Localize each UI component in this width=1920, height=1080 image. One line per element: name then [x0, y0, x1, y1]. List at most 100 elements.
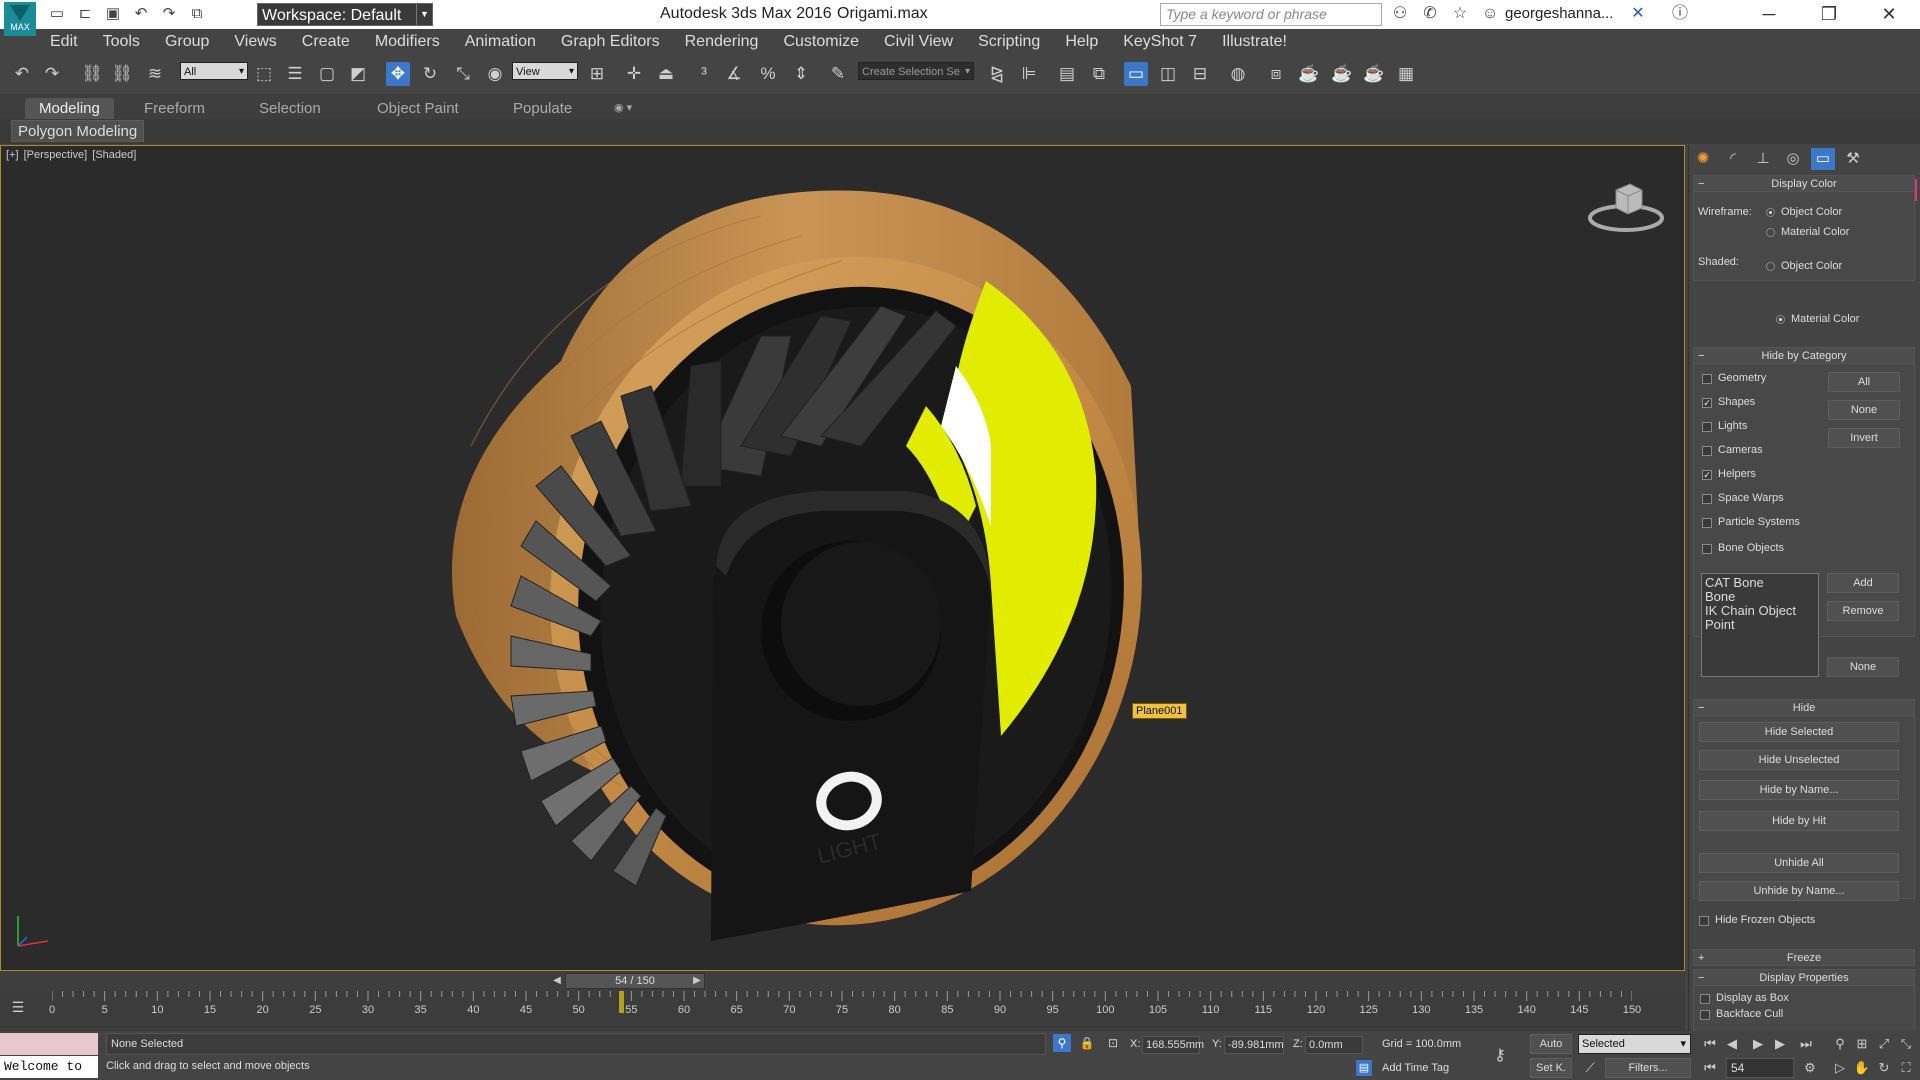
current-frame-marker[interactable] — [618, 991, 624, 1013]
select-manipulate-icon[interactable]: ✛ — [622, 62, 646, 86]
binoculars-icon[interactable]: ⚇ — [1390, 4, 1410, 24]
menu-modifiers[interactable]: Modifiers — [375, 29, 440, 55]
hide-by-hit-button[interactable]: Hide by Hit — [1699, 811, 1899, 831]
hide-header[interactable]: − Hide — [1694, 700, 1914, 716]
open-file-icon[interactable]: ⊏ — [76, 5, 94, 23]
selection-lock-icon[interactable]: 🔒 — [1078, 1034, 1096, 1052]
menu-graph-editors[interactable]: Graph Editors — [561, 29, 660, 55]
add-category-button[interactable]: Add — [1827, 573, 1899, 593]
undo-icon[interactable]: ↶ — [132, 5, 150, 23]
next-frame-arrow-icon[interactable]: ▶ — [690, 973, 704, 989]
edit-named-selection-icon[interactable]: ✎ — [826, 62, 850, 86]
hide-selected-button[interactable]: Hide Selected — [1699, 722, 1899, 742]
play-icon[interactable]: ▶ — [1748, 1034, 1768, 1054]
undo-icon[interactable]: ↶ — [10, 62, 34, 86]
select-and-rotate-icon[interactable]: ↻ — [418, 62, 442, 86]
mirror-icon[interactable]: ⧎ — [985, 62, 1009, 86]
shaded-object-color-radio[interactable] — [1766, 262, 1775, 271]
rectangular-selection-icon[interactable]: ▢ — [315, 62, 339, 86]
list-item[interactable]: Bone — [1705, 590, 1815, 604]
help-icon[interactable]: ⓘ — [1670, 4, 1690, 24]
time-slider-thumb[interactable]: 54 / 150 — [565, 973, 705, 989]
menu-illustrate[interactable]: Illustrate! — [1222, 29, 1287, 55]
reference-coordinate-dropdown[interactable]: View — [512, 62, 578, 81]
set-key-icon[interactable]: ⚷ — [1488, 1044, 1512, 1068]
wireframe-object-color-radio[interactable] — [1766, 208, 1775, 217]
menu-animation[interactable]: Animation — [465, 29, 536, 55]
ribbon-options-icon[interactable]: ◉ ▾ — [600, 98, 646, 119]
curve-editor-mini-icon[interactable]: ☰ — [6, 995, 30, 1019]
unhide-by-name-button[interactable]: Unhide by Name... — [1699, 881, 1899, 901]
tab-freeform[interactable]: Freeform — [130, 98, 219, 119]
helpers-checkbox[interactable]: ✓ — [1702, 470, 1712, 480]
list-item[interactable]: CAT Bone — [1705, 576, 1815, 590]
time-tag-icon[interactable]: ▤ — [1356, 1060, 1372, 1076]
menu-civil-view[interactable]: Civil View — [884, 29, 953, 55]
hide-all-button[interactable]: All — [1828, 372, 1900, 392]
perspective-viewport[interactable]: [+] [Perspective] [Shaded] LIGHT Plane00… — [0, 145, 1685, 971]
menu-customize[interactable]: Customize — [783, 29, 859, 55]
close-icon[interactable]: ✕ — [1860, 0, 1918, 29]
new-file-icon[interactable]: ▭ — [48, 5, 66, 23]
utilities-tab-icon[interactable]: ⚒ — [1841, 148, 1865, 170]
app-logo[interactable]: MAX — [4, 2, 36, 36]
maximize-viewport-icon[interactable]: ⛶ — [1896, 1058, 1916, 1078]
absolute-mode-icon[interactable]: ⊡ — [1104, 1034, 1122, 1052]
motion-tab-icon[interactable]: ◎ — [1781, 148, 1805, 170]
rendered-frame-window-icon[interactable]: ☕ — [1297, 62, 1321, 86]
render-production-icon[interactable]: ☕ — [1330, 62, 1354, 86]
polygon-modeling-button[interactable]: Polygon Modeling — [11, 120, 145, 142]
restore-icon[interactable]: ❐ — [1800, 0, 1858, 29]
list-item[interactable]: Point — [1705, 618, 1815, 632]
percent-snap-icon[interactable]: % — [756, 62, 780, 86]
prev-frame-arrow-icon[interactable]: ◀ — [550, 973, 564, 989]
curve-editor-icon[interactable]: ◫ — [1156, 62, 1180, 86]
category-list[interactable]: CAT Bone Bone IK Chain Object Point — [1701, 573, 1819, 677]
isolate-selection-icon[interactable]: ⚲ — [1053, 1034, 1071, 1052]
menu-views[interactable]: Views — [234, 29, 276, 55]
hide-frozen-checkbox[interactable] — [1699, 916, 1709, 926]
pan-icon[interactable]: ✋ — [1852, 1058, 1872, 1078]
orbit-icon[interactable]: ↻ — [1874, 1058, 1894, 1078]
select-by-name-icon[interactable]: ☰ — [283, 62, 307, 86]
search-input[interactable]: Type a keyword or phrase — [1160, 3, 1382, 26]
zoom-extents-all-icon[interactable]: ⤡ — [1896, 1034, 1916, 1054]
cameras-checkbox[interactable] — [1702, 446, 1712, 456]
scene-explorer-icon[interactable]: ▤ — [1055, 62, 1079, 86]
menu-edit[interactable]: Edit — [50, 29, 78, 55]
zoom-icon[interactable]: ⚲ — [1830, 1034, 1850, 1054]
hierarchy-tab-icon[interactable]: ⊥ — [1751, 148, 1775, 170]
menu-help[interactable]: Help — [1065, 29, 1098, 55]
tab-object-paint[interactable]: Object Paint — [363, 98, 473, 119]
selection-filter-dropdown[interactable]: All — [180, 62, 248, 81]
redo-icon[interactable]: ↷ — [160, 5, 178, 23]
workspace-dropdown[interactable]: Workspace: Default ▼ — [257, 3, 433, 26]
modify-tab-icon[interactable]: ◜ — [1721, 148, 1745, 170]
x-coordinate-field[interactable]: 168.555mm — [1142, 1036, 1204, 1054]
bind-space-warp-icon[interactable]: ≋ — [143, 62, 167, 86]
snaps-toggle-icon[interactable]: ³ — [692, 62, 716, 86]
wireframe-material-color-radio[interactable] — [1766, 228, 1775, 237]
spinner-snap-icon[interactable]: ⇕ — [789, 62, 813, 86]
user-name[interactable]: georgeshanna... — [1505, 5, 1613, 22]
previous-frame-icon[interactable]: ◀ — [1722, 1034, 1742, 1054]
select-and-place-icon[interactable]: ◉ — [483, 62, 507, 86]
hide-by-name-button[interactable]: Hide by Name... — [1699, 780, 1899, 800]
hide-invert-button[interactable]: Invert — [1828, 428, 1900, 448]
field-of-view-icon[interactable]: ▷ — [1830, 1058, 1850, 1078]
track-bar[interactable]: ☰ 0 5 10 15 20 25 30 35 40 45 50 55 60 65 70 75 80 85 90 95… — [0, 991, 1685, 1031]
shapes-checkbox[interactable]: ✓ — [1702, 398, 1712, 408]
remove-category-button[interactable]: Remove — [1827, 601, 1899, 621]
render-setup-icon[interactable]: ⧈ — [1264, 62, 1288, 86]
key-filter-dropdown[interactable]: Selected — [1578, 1034, 1691, 1054]
display-tab-icon[interactable]: ▭ — [1811, 148, 1835, 170]
list-item[interactable]: IK Chain Object — [1705, 604, 1815, 618]
layer-manager-icon[interactable]: ⧉ — [1087, 62, 1111, 86]
viewcube-icon[interactable] — [1586, 176, 1666, 236]
freeze-header[interactable]: + Freeze — [1694, 950, 1914, 966]
hide-unselected-button[interactable]: Hide Unselected — [1699, 750, 1899, 770]
create-tab-icon[interactable]: ✺ — [1691, 148, 1715, 170]
key-mode-toggle-icon[interactable]: ⏮ — [1700, 1058, 1720, 1078]
shaded-material-color-radio[interactable] — [1776, 315, 1785, 324]
keyboard-shortcut-override-icon[interactable]: ⏏ — [654, 62, 678, 86]
